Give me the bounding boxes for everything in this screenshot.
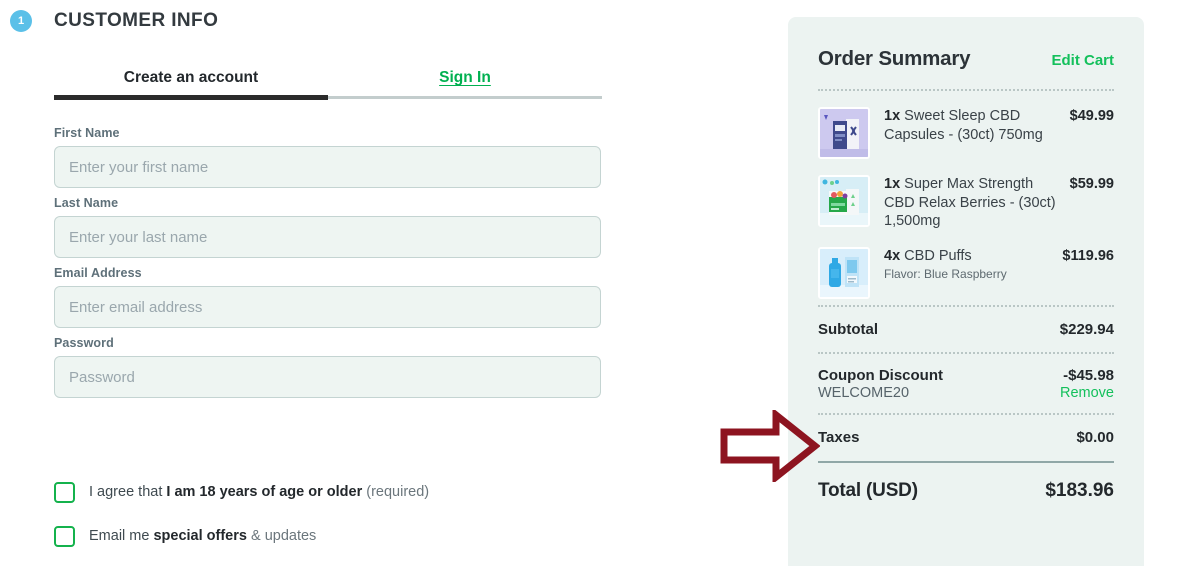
cbd-puffs-icon	[820, 248, 868, 297]
age-confirmation-checkbox[interactable]	[54, 481, 75, 503]
subtotal-row: Subtotal $229.94	[818, 307, 1114, 352]
coupon-discount-value: -$45.98	[1063, 366, 1114, 384]
checkbox-row-marketing[interactable]: Email me special offers & updates	[54, 521, 429, 551]
password-input[interactable]	[54, 356, 601, 398]
first-name-label: First Name	[54, 126, 120, 140]
order-item-name: 1x Sweet Sleep CBD Capsules - (30ct) 750…	[884, 107, 1062, 144]
order-item-price: $119.96	[1062, 247, 1114, 264]
page-title: CUSTOMER INFO	[54, 10, 219, 31]
customer-info-section: 1 CUSTOMER INFO Create an account Sign I…	[0, 0, 770, 566]
field-first-name: First Name	[54, 126, 602, 188]
taxes-label: Taxes	[818, 428, 860, 446]
taxes-value: $0.00	[1076, 428, 1114, 446]
tab-sign-in-label: Sign In	[439, 69, 491, 86]
age-label-suffix: (required)	[362, 484, 430, 500]
age-label-prefix: I agree that	[89, 484, 167, 500]
order-item-text: 1x Super Max Strength CBD Relax Berries …	[870, 175, 1070, 231]
order-item-price: $59.99	[1069, 176, 1114, 192]
step-number-badge: 1	[10, 10, 32, 32]
order-item-price: $49.99	[1069, 108, 1114, 124]
order-item-qty: 1x	[884, 176, 901, 192]
order-item: 4x CBD Puffs Flavor: Blue Raspberry $119…	[818, 237, 1114, 305]
edit-cart-link[interactable]: Edit Cart	[1051, 52, 1114, 69]
age-confirmation-label: I agree that I am 18 years of age or old…	[89, 484, 429, 500]
password-label: Password	[54, 336, 114, 350]
order-item-name: 1x Super Max Strength CBD Relax Berries …	[884, 175, 1062, 231]
order-summary-header: Order Summary Edit Cart	[818, 17, 1114, 89]
order-item-text: 4x CBD Puffs Flavor: Blue Raspberry	[870, 247, 1062, 282]
relax-berries-icon	[820, 177, 868, 225]
field-password: Password	[54, 336, 602, 398]
field-last-name: Last Name	[54, 196, 602, 258]
right-arrow-icon	[720, 407, 821, 485]
sweet-sleep-capsules-icon	[820, 109, 868, 157]
order-item-text: 1x Sweet Sleep CBD Capsules - (30ct) 750…	[870, 107, 1070, 144]
email-address-label: Email Address	[54, 266, 142, 280]
order-item-qty: 4x	[884, 247, 901, 264]
order-item-title: CBD Puffs	[904, 247, 972, 264]
total-label: Total (USD)	[818, 479, 918, 501]
taxes-row: Taxes $0.00	[818, 415, 1114, 461]
tab-active-indicator	[54, 95, 328, 100]
product-thumbnail-relax-berries	[818, 175, 870, 227]
last-name-label: Last Name	[54, 196, 119, 210]
remove-coupon-link[interactable]: Remove	[1060, 385, 1114, 401]
subtotal-value: $229.94	[1059, 320, 1114, 338]
tab-sign-in[interactable]: Sign In	[328, 62, 602, 94]
order-item-title: Sweet Sleep CBD Capsules - (30ct) 750mg	[884, 108, 1043, 143]
annotation-arrow	[720, 407, 821, 485]
order-item-name: 4x CBD Puffs	[884, 247, 1054, 266]
consent-checkboxes: I agree that I am 18 years of age or old…	[54, 477, 429, 565]
order-summary-panel: Order Summary Edit Cart 1x Sweet Sleep C…	[788, 17, 1144, 566]
product-thumbnail-sweet-sleep-capsules	[818, 107, 870, 159]
order-item: 1x Sweet Sleep CBD Capsules - (30ct) 750…	[818, 97, 1114, 165]
marketing-label-suffix: & updates	[246, 528, 317, 544]
total-row: Total (USD) $183.96	[818, 463, 1114, 502]
checkbox-row-age[interactable]: I agree that I am 18 years of age or old…	[54, 477, 429, 507]
order-items-list: 1x Sweet Sleep CBD Capsules - (30ct) 750…	[818, 91, 1114, 305]
marketing-label-strong: special offers	[153, 528, 247, 544]
tab-create-an-account[interactable]: Create an account	[54, 62, 328, 94]
age-label-strong: I am 18 years of age or older	[166, 484, 363, 500]
coupon-discount-row: Coupon Discount -$45.98 WELCOME20 Remove	[818, 354, 1114, 413]
order-item: 1x Super Max Strength CBD Relax Berries …	[818, 165, 1114, 237]
marketing-label-prefix: Email me	[89, 528, 154, 544]
order-summary-title: Order Summary	[818, 47, 971, 70]
field-email-address: Email Address	[54, 266, 602, 328]
total-value: $183.96	[1045, 479, 1114, 501]
marketing-opt-in-checkbox[interactable]	[54, 525, 75, 547]
checkout-page: 1 CUSTOMER INFO Create an account Sign I…	[0, 0, 1187, 566]
order-item-qty: 1x	[884, 108, 901, 124]
order-item-variant: Flavor: Blue Raspberry	[884, 267, 1007, 282]
email-address-input[interactable]	[54, 286, 601, 328]
product-thumbnail-cbd-puffs	[818, 246, 870, 299]
order-item-title: Super Max Strength CBD Relax Berries - (…	[884, 176, 1056, 230]
first-name-input[interactable]	[54, 146, 601, 188]
last-name-input[interactable]	[54, 216, 601, 258]
coupon-code: WELCOME20	[818, 384, 910, 401]
subtotal-label: Subtotal	[818, 320, 878, 338]
coupon-discount-label: Coupon Discount	[818, 366, 943, 384]
marketing-opt-in-label: Email me special offers & updates	[89, 528, 316, 544]
account-tabs: Create an account Sign In	[54, 62, 602, 104]
tab-create-an-account-label: Create an account	[123, 69, 259, 86]
customer-info-form: First Name Last Name Email Address Passw…	[54, 126, 602, 406]
step-header: 1 CUSTOMER INFO	[10, 10, 218, 32]
